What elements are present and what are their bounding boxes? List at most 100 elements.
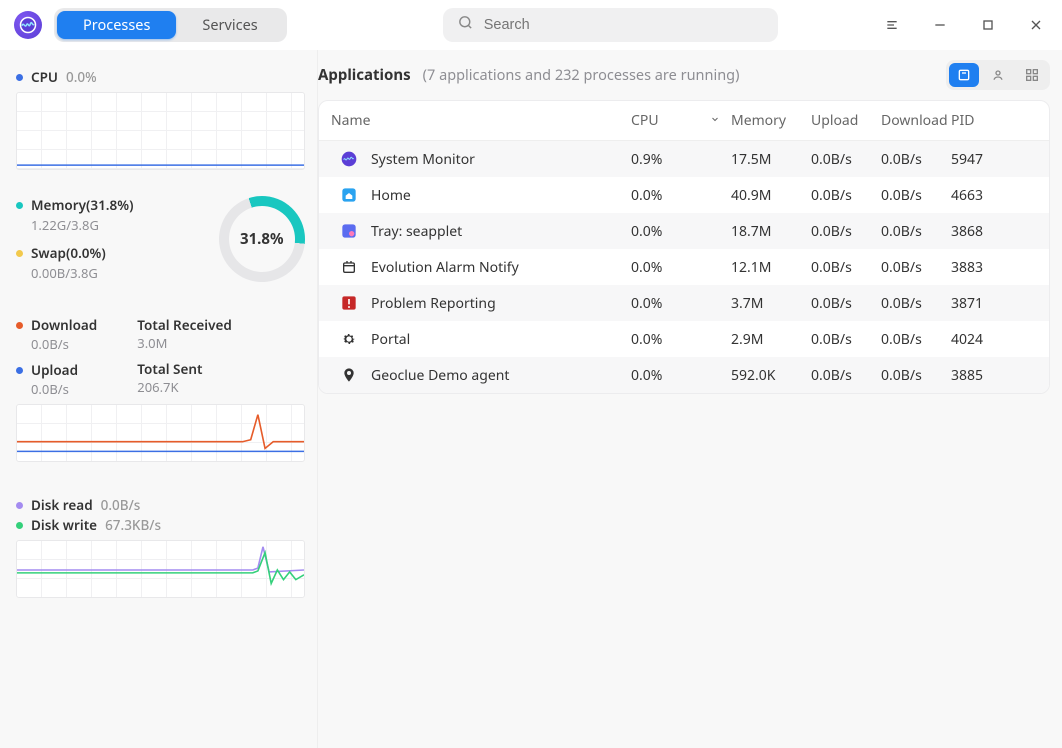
- row-pid: 3868: [951, 222, 1031, 241]
- chevron-down-icon: [709, 111, 721, 130]
- tab-processes[interactable]: Processes: [57, 11, 176, 39]
- memory-label: Memory(31.8%): [31, 196, 133, 214]
- search-input[interactable]: [484, 17, 764, 33]
- col-cpu[interactable]: CPU: [631, 111, 731, 130]
- row-download: 0.0B/s: [881, 186, 951, 205]
- download-label: Download: [31, 316, 97, 334]
- col-name[interactable]: Name: [331, 111, 631, 130]
- view-users-button[interactable]: [983, 63, 1013, 87]
- row-upload: 0.0B/s: [811, 186, 881, 205]
- col-download[interactable]: Download: [881, 111, 951, 130]
- disk-read-rate: 0.0B/s: [101, 496, 141, 514]
- app-icon: [339, 185, 359, 205]
- row-upload: 0.0B/s: [811, 330, 881, 349]
- disk-write-label: Disk write: [31, 516, 97, 534]
- upload-dot-icon: [16, 367, 23, 374]
- titlebar: Processes Services: [0, 0, 1062, 50]
- table-row[interactable]: Problem Reporting0.0%3.7M0.0B/s0.0B/s387…: [319, 285, 1049, 321]
- download-rate: 0.0B/s: [31, 335, 97, 353]
- search-box[interactable]: [443, 8, 778, 42]
- row-pid: 3871: [951, 294, 1031, 313]
- maximize-button[interactable]: [976, 13, 1000, 37]
- view-applications-button[interactable]: [949, 63, 979, 87]
- app-icon: [339, 149, 359, 169]
- row-download: 0.0B/s: [881, 150, 951, 169]
- row-upload: 0.0B/s: [811, 150, 881, 169]
- row-memory: 17.5M: [731, 150, 811, 169]
- row-upload: 0.0B/s: [811, 258, 881, 277]
- total-sent-value: 206.7K: [137, 378, 232, 396]
- row-pid: 5947: [951, 150, 1031, 169]
- row-memory: 40.9M: [731, 186, 811, 205]
- cpu-dot-icon: [16, 74, 23, 81]
- swap-label: Swap(0.0%): [31, 244, 106, 262]
- page-subtitle: (7 applications and 232 processes are ru…: [423, 65, 740, 85]
- cpu-block: CPU 0.0%: [16, 68, 305, 170]
- memory-donut-label: 31.8%: [240, 229, 284, 249]
- col-memory[interactable]: Memory: [731, 111, 811, 130]
- app-icon: [339, 257, 359, 277]
- total-sent-label: Total Sent: [137, 360, 232, 378]
- table-header: Name CPU Memory Upload Download PID: [319, 101, 1049, 141]
- row-cpu: 0.0%: [631, 366, 731, 385]
- row-pid: 3885: [951, 366, 1031, 385]
- app-logo-icon: [14, 11, 42, 39]
- main-tabs: Processes Services: [54, 8, 287, 42]
- table-row[interactable]: Geoclue Demo agent0.0%592.0K0.0B/s0.0B/s…: [319, 357, 1049, 393]
- search-icon: [457, 14, 474, 36]
- tab-services[interactable]: Services: [176, 11, 283, 39]
- row-upload: 0.0B/s: [811, 366, 881, 385]
- workspace: CPU 0.0% Memory(31.8%) 1.22G/3.8G: [0, 50, 1062, 748]
- row-cpu: 0.0%: [631, 222, 731, 241]
- row-download: 0.0B/s: [881, 294, 951, 313]
- app-icon: [339, 365, 359, 385]
- row-pid: 4024: [951, 330, 1031, 349]
- memory-donut-icon: 31.8%: [208, 185, 316, 293]
- row-name: Problem Reporting: [371, 294, 496, 313]
- row-cpu: 0.0%: [631, 258, 731, 277]
- row-name: System Monitor: [371, 150, 475, 169]
- row-cpu: 0.9%: [631, 150, 731, 169]
- download-dot-icon: [16, 322, 23, 329]
- view-toggle-group: [946, 60, 1050, 90]
- row-upload: 0.0B/s: [811, 294, 881, 313]
- upload-rate: 0.0B/s: [31, 380, 97, 398]
- view-all-button[interactable]: [1017, 63, 1047, 87]
- menu-button[interactable]: [880, 13, 904, 37]
- table-row[interactable]: System Monitor0.9%17.5M0.0B/s0.0B/s5947: [319, 141, 1049, 177]
- window-controls: [880, 13, 1048, 37]
- disk-write-rate: 67.3KB/s: [105, 516, 161, 534]
- row-name: Tray: seapplet: [371, 222, 462, 241]
- memory-dot-icon: [16, 202, 23, 209]
- table-row[interactable]: Home0.0%40.9M0.0B/s0.0B/s4663: [319, 177, 1049, 213]
- cpu-value: 0.0%: [66, 68, 97, 86]
- cpu-label: CPU: [31, 68, 58, 86]
- table-row[interactable]: Tray: seapplet0.0%18.7M0.0B/s0.0B/s3868: [319, 213, 1049, 249]
- table-row[interactable]: Evolution Alarm Notify0.0%12.1M0.0B/s0.0…: [319, 249, 1049, 285]
- row-cpu: 0.0%: [631, 186, 731, 205]
- swap-dot-icon: [16, 250, 23, 257]
- app-icon: [339, 293, 359, 313]
- row-download: 0.0B/s: [881, 222, 951, 241]
- total-received-value: 3.0M: [137, 334, 232, 352]
- network-graph: [16, 404, 305, 462]
- main-panel: Applications (7 applications and 232 pro…: [318, 50, 1062, 748]
- row-memory: 592.0K: [731, 366, 811, 385]
- row-cpu: 0.0%: [631, 294, 731, 313]
- row-name: Evolution Alarm Notify: [371, 258, 519, 277]
- row-pid: 4663: [951, 186, 1031, 205]
- row-memory: 2.9M: [731, 330, 811, 349]
- col-pid[interactable]: PID: [951, 111, 1031, 130]
- main-header: Applications (7 applications and 232 pro…: [318, 50, 1062, 100]
- disk-write-dot-icon: [16, 522, 23, 529]
- col-upload[interactable]: Upload: [811, 111, 881, 130]
- row-pid: 3883: [951, 258, 1031, 277]
- total-received-label: Total Received: [137, 316, 232, 334]
- table-body: System Monitor0.9%17.5M0.0B/s0.0B/s5947H…: [319, 141, 1049, 393]
- minimize-button[interactable]: [928, 13, 952, 37]
- row-memory: 18.7M: [731, 222, 811, 241]
- close-button[interactable]: [1024, 13, 1048, 37]
- row-name: Home: [371, 186, 411, 205]
- disk-read-label: Disk read: [31, 496, 93, 514]
- table-row[interactable]: Portal0.0%2.9M0.0B/s0.0B/s4024: [319, 321, 1049, 357]
